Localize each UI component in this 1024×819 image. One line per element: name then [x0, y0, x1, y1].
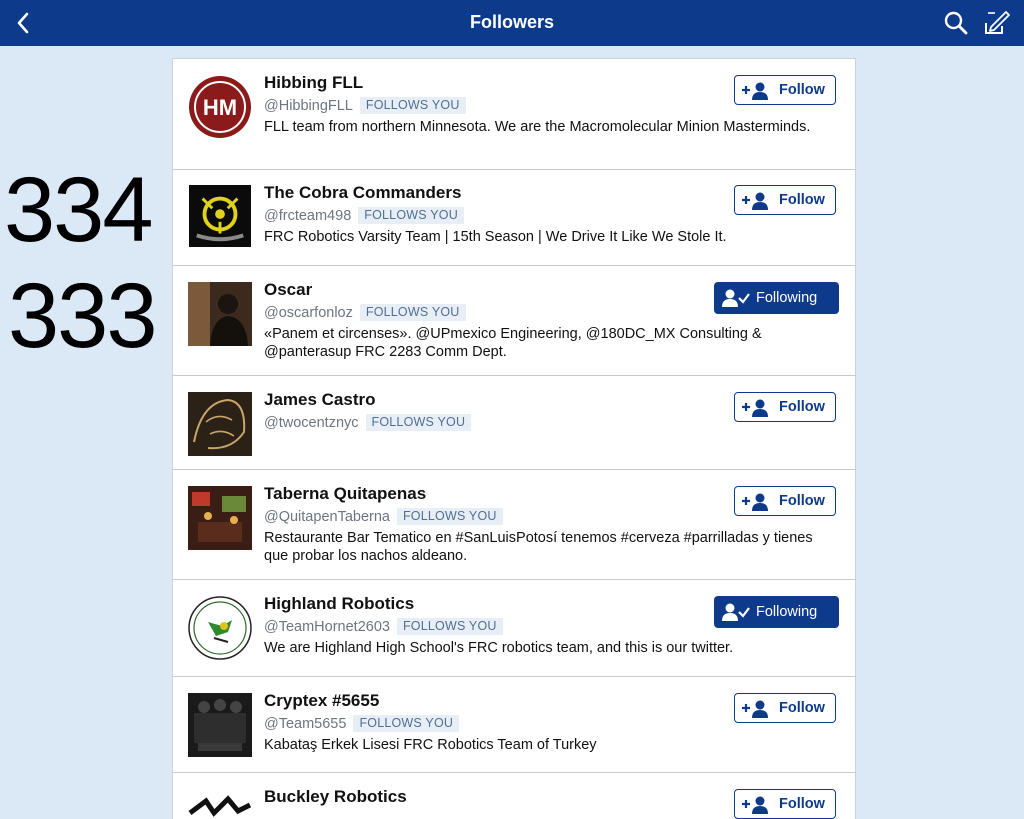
- follower-handle: @Team5655: [264, 715, 347, 732]
- follower-name: The Cobra Commanders: [264, 183, 462, 202]
- user-check-icon: [722, 289, 750, 307]
- follow-button[interactable]: Follow: [734, 392, 836, 422]
- list-item[interactable]: Cryptex #5655 @Team5655 FOLLOWS YOU Kabat…: [173, 677, 855, 773]
- avatar: [188, 793, 252, 819]
- follows-you-badge: FOLLOWS YOU: [396, 618, 503, 636]
- followers-list: HM Hibbing FLL @HibbingFLL FOLLOWS YOU FL…: [172, 58, 856, 819]
- following-button-label: Following: [756, 604, 818, 620]
- chevron-left-icon[interactable]: [10, 9, 38, 37]
- follower-handle: @QuitapenTaberna: [264, 508, 390, 525]
- following-button[interactable]: Following: [714, 596, 839, 628]
- list-item[interactable]: The Cobra Commanders @frcteam498 FOLLOWS …: [173, 169, 855, 266]
- follows-you-badge: FOLLOWS YOU: [396, 508, 503, 526]
- avatar: [188, 392, 252, 456]
- follows-you-badge: FOLLOWS YOU: [359, 97, 466, 115]
- avatar: [188, 486, 252, 550]
- follower-bio: We are Highland High School's FRC roboti…: [264, 640, 734, 656]
- following-button[interactable]: Following: [714, 282, 839, 314]
- add-user-icon: [742, 192, 768, 210]
- follower-handle: @frcteam498: [264, 207, 352, 224]
- follower-bio: FLL team from northern Minnesota. We are…: [264, 119, 811, 135]
- follow-button[interactable]: Follow: [734, 486, 836, 516]
- list-item[interactable]: HM Hibbing FLL @HibbingFLL FOLLOWS YOU FL…: [173, 59, 855, 170]
- follow-button[interactable]: Follow: [734, 789, 836, 819]
- add-user-icon: [742, 796, 768, 814]
- follow-button-label: Follow: [779, 796, 825, 812]
- overlay-number-top: 334: [4, 159, 153, 261]
- handle-line: @HibbingFLL FOLLOWS YOU: [264, 97, 466, 115]
- follower-name: Buckley Robotics: [264, 787, 407, 806]
- handle-line: @Team5655 FOLLOWS YOU: [264, 715, 460, 733]
- follow-button-label: Follow: [779, 700, 825, 716]
- add-user-icon: [742, 493, 768, 511]
- follower-handle: @HibbingFLL: [264, 97, 353, 114]
- search-icon[interactable]: [942, 9, 970, 37]
- follower-bio: Restaurante Bar Tematico en #SanLuisPoto…: [264, 530, 813, 564]
- compose-tweet-icon[interactable]: [982, 9, 1012, 37]
- list-item[interactable]: Oscar @oscarfonloz FOLLOWS YOU «Panem et …: [173, 266, 855, 376]
- avatar: [188, 282, 252, 346]
- list-item[interactable]: Highland Robotics @TeamHornet2603 FOLLOWS…: [173, 580, 855, 677]
- follow-button-label: Follow: [779, 192, 825, 208]
- avatar: [188, 693, 252, 757]
- list-item[interactable]: James Castro @twocentznyc FOLLOWS YOU Fol…: [173, 376, 855, 470]
- add-user-icon: [742, 700, 768, 718]
- handle-line: @oscarfonloz FOLLOWS YOU: [264, 304, 466, 322]
- handle-line: @twocentznyc FOLLOWS YOU: [264, 414, 472, 432]
- follower-handle: @TeamHornet2603: [264, 618, 390, 635]
- add-user-icon: [742, 82, 768, 100]
- follower-name: Taberna Quitapenas: [264, 484, 427, 503]
- overlay-number-bottom: 333: [8, 265, 157, 367]
- page-title: Followers: [469, 12, 554, 32]
- follower-bio: «Panem et circenses». @UPmexico Engineer…: [264, 326, 762, 360]
- following-button-label: Following: [756, 290, 818, 306]
- avatar: HM: [189, 76, 251, 138]
- follower-name: Hibbing FLL: [264, 73, 364, 92]
- follower-name: Highland Robotics: [264, 594, 415, 613]
- follower-handle: @twocentznyc: [264, 414, 359, 431]
- handle-line: @TeamHornet2603 FOLLOWS YOU: [264, 618, 503, 636]
- follow-button[interactable]: Follow: [734, 693, 836, 723]
- follows-you-badge: FOLLOWS YOU: [359, 304, 466, 322]
- follow-button-label: Follow: [779, 493, 825, 509]
- follower-bio: Kabataş Erkek Lisesi FRC Robotics Team o…: [264, 737, 597, 753]
- add-user-icon: [742, 399, 768, 417]
- follow-button-label: Follow: [779, 399, 825, 415]
- list-item[interactable]: Buckley Robotics Follow: [173, 773, 855, 819]
- avatar: [189, 185, 251, 247]
- follows-you-badge: FOLLOWS YOU: [358, 207, 464, 225]
- follow-button[interactable]: Follow: [734, 75, 836, 105]
- follower-name: James Castro: [264, 390, 376, 409]
- handle-line: @frcteam498 FOLLOWS YOU: [264, 207, 464, 225]
- follow-button[interactable]: Follow: [734, 185, 836, 215]
- avatar: [188, 596, 252, 660]
- follows-you-badge: FOLLOWS YOU: [365, 414, 472, 432]
- follows-you-badge: FOLLOWS YOU: [353, 715, 460, 733]
- svg-text:HM: HM: [203, 95, 237, 120]
- list-item[interactable]: Taberna Quitapenas @QuitapenTaberna FOLLO…: [173, 470, 855, 580]
- follower-name: Cryptex #5655: [264, 691, 380, 710]
- follower-handle: @oscarfonloz: [264, 304, 353, 321]
- handle-line: @QuitapenTaberna FOLLOWS YOU: [264, 508, 503, 526]
- follower-bio: FRC Robotics Varsity Team | 15th Season …: [264, 229, 727, 245]
- follow-button-label: Follow: [779, 82, 825, 98]
- user-check-icon: [722, 603, 750, 621]
- top-navigation-bar: Followers: [0, 0, 1024, 46]
- follower-name: Oscar: [264, 280, 313, 299]
